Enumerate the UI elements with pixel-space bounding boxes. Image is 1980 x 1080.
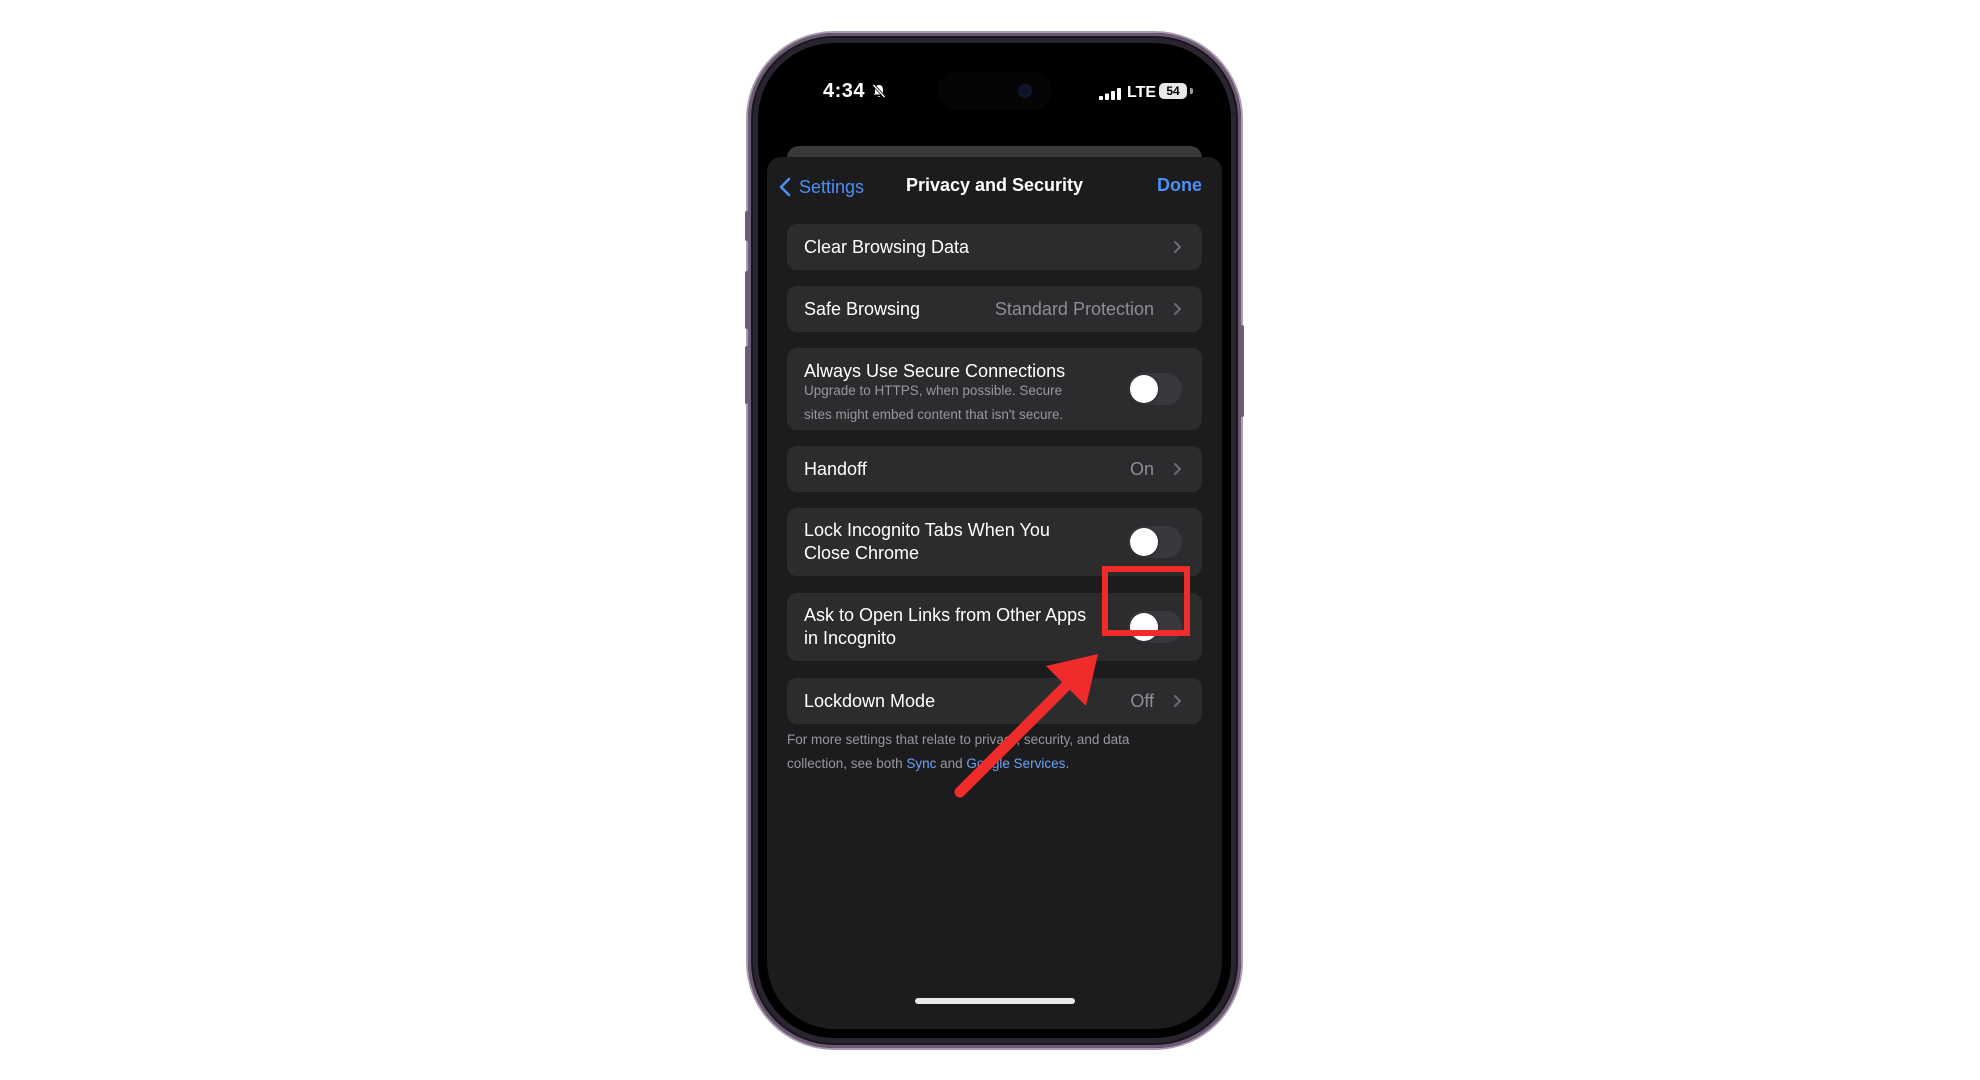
annotation-arrow-icon xyxy=(954,654,1098,798)
